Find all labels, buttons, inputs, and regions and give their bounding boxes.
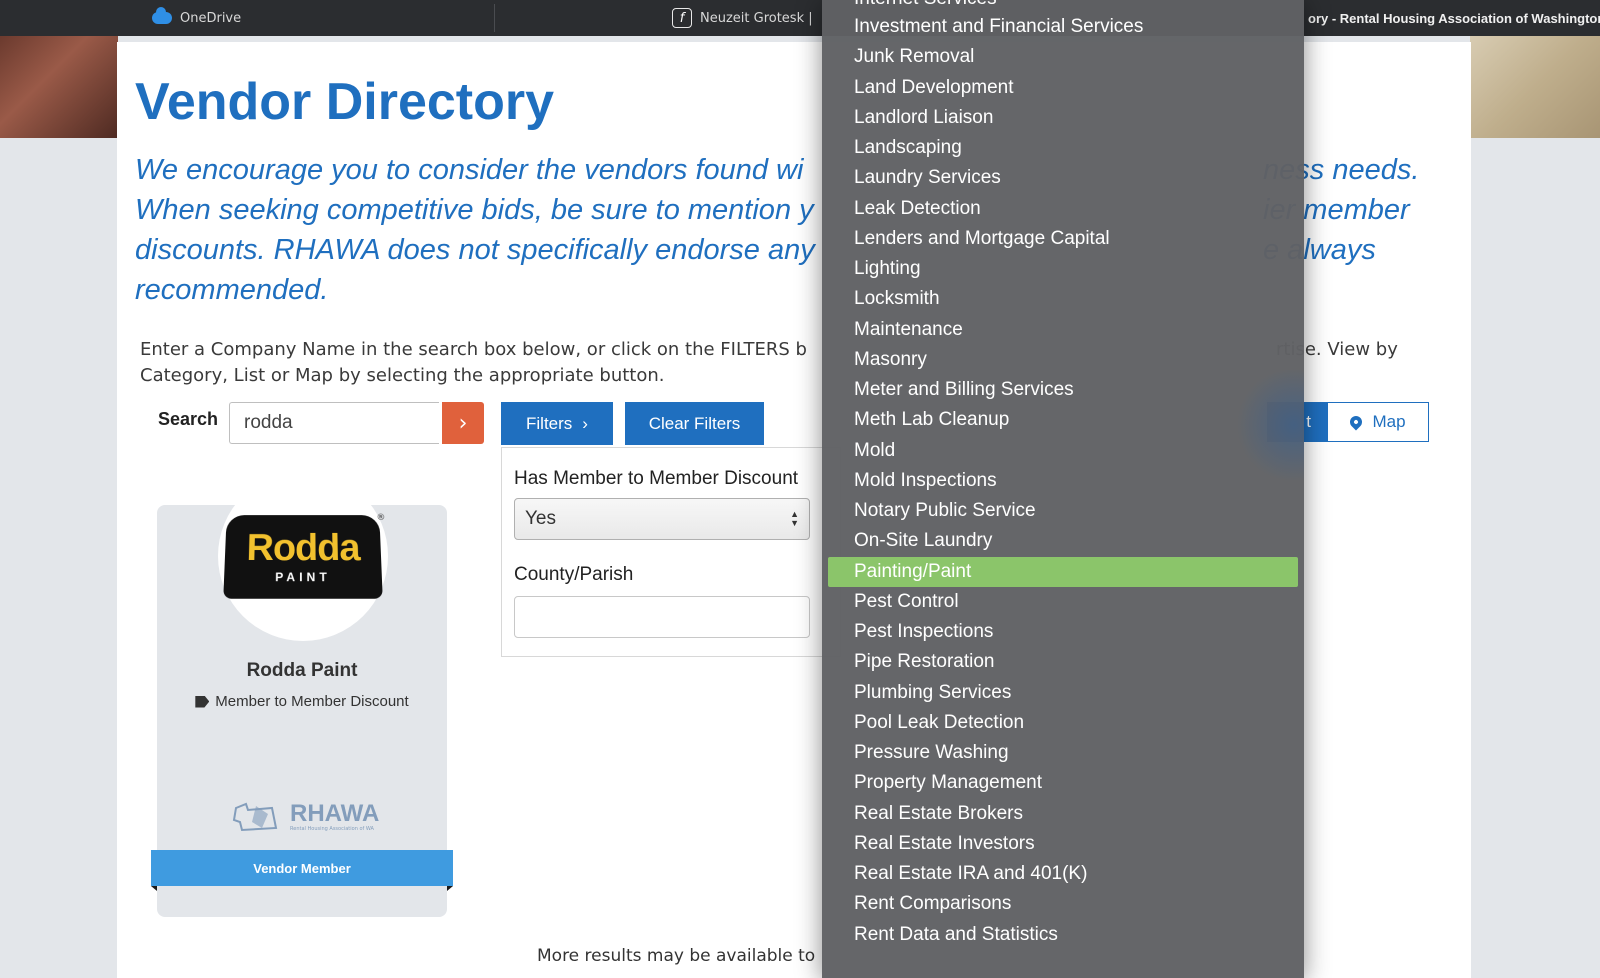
- map-view-button[interactable]: Map: [1327, 402, 1429, 442]
- page-title: Vendor Directory: [135, 73, 555, 131]
- filters-button[interactable]: Filters ›: [501, 402, 613, 445]
- background-photo-right: [1470, 36, 1600, 138]
- rodda-logo-sub: PAINT: [275, 570, 331, 585]
- dropdown-item[interactable]: Masonry: [822, 345, 1304, 375]
- vendor-logo: Rodda PAINT ®: [218, 471, 388, 641]
- map-pin-icon: [1347, 413, 1365, 431]
- clear-filters-button[interactable]: Clear Filters: [625, 402, 764, 445]
- chevron-right-icon: ›: [458, 410, 468, 436]
- bookmark-neuzeit[interactable]: f Neuzeit Grotesk |: [672, 0, 813, 36]
- dropdown-item[interactable]: Pressure Washing: [822, 738, 1304, 768]
- vendor-card[interactable]: Rodda PAINT ® Rodda Paint Member to Memb…: [151, 471, 453, 917]
- dropdown-item[interactable]: Investment and Financial Services: [822, 12, 1304, 42]
- browser-tab-title[interactable]: ory - Rental Housing Association of Wash…: [1308, 0, 1600, 36]
- search-input[interactable]: [229, 402, 439, 444]
- dropdown-item[interactable]: Leak Detection: [822, 194, 1304, 224]
- dropdown-item[interactable]: Mold Inspections: [822, 466, 1304, 496]
- chevron-right-icon: ›: [582, 413, 588, 433]
- dropdown-item[interactable]: Meter and Billing Services: [822, 375, 1304, 405]
- dropdown-item[interactable]: Pipe Restoration: [822, 647, 1304, 677]
- help-line-1a: Enter a Company Name in the search box b…: [140, 339, 807, 360]
- dropdown-item[interactable]: Landscaping: [822, 133, 1304, 163]
- dropdown-item[interactable]: Locksmith: [822, 284, 1304, 314]
- search-submit-button[interactable]: ›: [442, 402, 484, 444]
- dropdown-item[interactable]: Lenders and Mortgage Capital: [822, 224, 1304, 254]
- dropdown-item[interactable]: On-Site Laundry: [822, 526, 1304, 556]
- dropdown-item-cut[interactable]: Internet Services: [854, 0, 997, 10]
- select-arrows-icon: ▲ ▼: [790, 509, 799, 528]
- dropdown-item[interactable]: Real Estate Brokers: [822, 799, 1304, 829]
- county-field[interactable]: [514, 596, 810, 638]
- vendor-name[interactable]: Rodda Paint: [157, 660, 447, 682]
- more-results-text: More results may be available to: [537, 946, 816, 966]
- county-label: County/Parish: [514, 564, 634, 585]
- category-dropdown-list[interactable]: Internet Services Investment and Financi…: [822, 0, 1304, 978]
- list-view-label: t: [1306, 412, 1311, 431]
- dropdown-item[interactable]: Land Development: [822, 73, 1304, 103]
- clear-filters-label: Clear Filters: [648, 413, 741, 433]
- dropdown-item[interactable]: Rent Comparisons: [822, 889, 1304, 919]
- dropdown-item[interactable]: Lighting: [822, 254, 1304, 284]
- cloud-icon: [152, 7, 172, 24]
- dropdown-item[interactable]: Landlord Liaison: [822, 103, 1304, 133]
- registered-mark: ®: [376, 513, 386, 523]
- bookmark-onedrive-label: OneDrive: [180, 10, 242, 26]
- member-discount-select[interactable]: Yes ▲ ▼: [514, 498, 810, 540]
- tag-icon: [195, 695, 210, 708]
- intro-line-2a: When seeking competitive bids, be sure t…: [135, 194, 814, 226]
- vendor-discount: Member to Member Discount: [157, 693, 447, 710]
- rhawa-logo-sub: Rental Housing Association of WA: [290, 826, 374, 832]
- dropdown-item[interactable]: Maintenance: [822, 315, 1304, 345]
- intro-line-1a: We encourage you to consider the vendors…: [135, 154, 804, 186]
- dropdown-item[interactable]: Pool Leak Detection: [822, 708, 1304, 738]
- member-discount-label: Has Member to Member Discount: [514, 468, 799, 489]
- dropdown-item[interactable]: Laundry Services: [822, 163, 1304, 193]
- vendor-member-ribbon: Vendor Member: [151, 850, 453, 891]
- dropdown-item[interactable]: Plumbing Services: [822, 678, 1304, 708]
- dropdown-item[interactable]: Real Estate IRA and 401(K): [822, 859, 1304, 889]
- rodda-logo-word: Rodda: [246, 527, 360, 570]
- washington-state-icon: [232, 802, 278, 832]
- filters-button-label: Filters: [526, 413, 573, 433]
- rodda-logo: Rodda PAINT ®: [223, 513, 386, 599]
- dropdown-item[interactable]: Junk Removal: [822, 42, 1304, 72]
- dropdown-item[interactable]: Notary Public Service: [822, 496, 1304, 526]
- dropdown-item[interactable]: Pest Inspections: [822, 617, 1304, 647]
- search-label: Search: [158, 409, 219, 429]
- vendor-discount-label: Member to Member Discount: [215, 693, 409, 710]
- rhawa-logo-word: RHAWA: [290, 800, 380, 827]
- dropdown-item[interactable]: Meth Lab Cleanup: [822, 405, 1304, 435]
- dropdown-item[interactable]: Property Management: [822, 768, 1304, 798]
- filter-panel: Has Member to Member Discount Yes ▲ ▼ Cou…: [501, 447, 841, 657]
- dropdown-item-selected[interactable]: Painting/Paint: [828, 556, 1298, 587]
- font-icon: f: [672, 8, 692, 28]
- bookmark-neuzeit-label: Neuzeit Grotesk |: [700, 10, 813, 26]
- member-discount-value: Yes: [525, 508, 556, 529]
- dropdown-item[interactable]: Real Estate Investors: [822, 829, 1304, 859]
- bookmark-divider: [494, 4, 495, 32]
- bookmark-onedrive[interactable]: OneDrive: [152, 0, 241, 36]
- dropdown-item[interactable]: Pest Control: [822, 587, 1304, 617]
- rhawa-logo: RHAWA Rental Housing Association of WA: [232, 800, 379, 834]
- map-view-label: Map: [1372, 412, 1406, 431]
- background-photo-left: [0, 36, 118, 138]
- intro-line-4: recommended.: [135, 274, 329, 306]
- dropdown-item[interactable]: Mold: [822, 436, 1304, 466]
- dropdown-item[interactable]: Rent Data and Statistics: [822, 920, 1304, 950]
- intro-line-3a: discounts. RHAWA does not specifically e…: [135, 234, 815, 266]
- browser-bookmarks-bar: OneDrive f Neuzeit Grotesk | ory - Renta…: [0, 0, 1600, 36]
